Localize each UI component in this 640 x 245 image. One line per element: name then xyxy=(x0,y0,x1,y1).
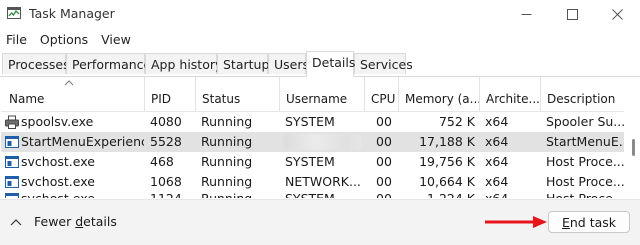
column-header-architecture[interactable]: Archite... xyxy=(479,77,540,111)
cell-status: Running xyxy=(201,154,253,169)
end-task-button[interactable]: End task xyxy=(548,211,630,233)
cell-cpu: 00 xyxy=(376,114,392,129)
cell-name: spoolsv.exe xyxy=(21,114,94,129)
tab-users[interactable]: Users xyxy=(268,53,309,74)
column-header-username[interactable]: Username xyxy=(279,77,364,111)
tab-startup[interactable]: Startup xyxy=(217,53,269,74)
chevron-up-icon xyxy=(10,218,22,225)
scrollbar-thumb[interactable] xyxy=(632,139,635,156)
window-title: Task Manager xyxy=(29,6,115,21)
cell-status: Running xyxy=(201,114,253,129)
maximize-button[interactable] xyxy=(549,0,595,28)
end-task-label: End task xyxy=(561,214,617,230)
menu-view[interactable]: View xyxy=(95,32,138,47)
column-header-name[interactable]: Name xyxy=(1,77,144,111)
cell-username: SYSTEM xyxy=(285,114,335,129)
cell-status: Running xyxy=(195,189,279,198)
column-header-memory[interactable]: Memory (a... xyxy=(398,77,479,111)
minimize-icon xyxy=(521,13,531,15)
tab-services[interactable]: Services xyxy=(354,53,413,74)
title-bar: Task Manager xyxy=(0,0,640,28)
cell-username: SYSTEM xyxy=(279,189,364,198)
cell-description: Spooler Su... xyxy=(546,114,624,129)
cell-architecture: x64 xyxy=(479,189,540,198)
process-table: Name PID Status Username CPU Memory (a..… xyxy=(1,77,624,198)
table-header: Name PID Status Username CPU Memory (a..… xyxy=(1,77,624,112)
annotation-arrow-icon xyxy=(485,216,547,228)
cell-pid: 5528 xyxy=(150,134,182,149)
close-button[interactable] xyxy=(594,0,640,28)
table-row[interactable]: svchost.exe 1124 Running SYSTEM 00 1,224… xyxy=(1,189,624,198)
column-header-status[interactable]: Status xyxy=(195,77,279,111)
table-row[interactable]: spoolsv.exe 4080 Running SYSTEM 00 752 K… xyxy=(1,112,624,132)
menu-bar: File Options View xyxy=(0,29,640,49)
maximize-icon xyxy=(566,8,578,20)
cell-cpu: 00 xyxy=(364,189,398,198)
cell-cpu: 00 xyxy=(376,134,392,149)
column-header-cpu[interactable]: CPU xyxy=(364,77,398,111)
menu-options[interactable]: Options xyxy=(34,32,95,47)
tab-details[interactable]: Details xyxy=(306,51,355,77)
cell-pid: 1124 xyxy=(144,189,195,198)
task-manager-window: Task Manager File Options View Processes… xyxy=(0,0,640,245)
cell-pid: 4080 xyxy=(150,114,182,129)
cell-description: Host Proce... xyxy=(546,154,624,169)
cell-username: SYSTEM xyxy=(285,154,335,169)
cell-memory: 17,188 K xyxy=(419,134,475,149)
close-icon xyxy=(611,8,623,20)
tab-app-history[interactable]: App history xyxy=(145,53,222,74)
menu-file[interactable]: File xyxy=(0,32,34,47)
tab-performance[interactable]: Performance xyxy=(66,53,151,74)
cell-name: StartMenuExperienc... xyxy=(21,134,144,149)
redacted-username xyxy=(284,134,362,150)
cell-status: Running xyxy=(201,134,253,149)
fewer-details-label: Fewer details xyxy=(34,214,117,229)
cell-name: svchost.exe xyxy=(1,189,144,198)
cell-memory: 752 K xyxy=(438,114,475,129)
column-header-pid[interactable]: PID xyxy=(144,77,195,111)
cell-architecture: x64 xyxy=(485,114,509,129)
fewer-details-button[interactable]: Fewer details xyxy=(10,214,117,229)
cell-description: StartMenuE... xyxy=(546,134,624,149)
cell-cpu: 00 xyxy=(376,154,392,169)
sort-ascending-icon xyxy=(64,80,74,86)
tab-bar: Processes Performance App history Startu… xyxy=(0,51,640,77)
tab-processes[interactable]: Processes xyxy=(2,53,70,74)
minimize-button[interactable] xyxy=(503,0,549,28)
column-label-name: Name xyxy=(9,92,45,106)
vertical-scrollbar[interactable] xyxy=(627,77,639,198)
cell-architecture: x64 xyxy=(485,134,509,149)
cell-name: svchost.exe xyxy=(21,154,95,169)
column-header-description[interactable]: Description xyxy=(540,77,624,111)
table-row[interactable]: svchost.exe 468 Running SYSTEM 00 19,756… xyxy=(1,152,624,172)
cell-memory: 1,224 K xyxy=(398,189,479,198)
task-manager-icon xyxy=(7,7,21,19)
table-row-selected[interactable]: StartMenuExperienc... 5528 Running 00 17… xyxy=(1,132,624,152)
cell-memory: 19,756 K xyxy=(419,154,475,169)
cell-architecture: x64 xyxy=(485,154,509,169)
cell-description: Host Proce... xyxy=(540,189,624,198)
cell-pid: 468 xyxy=(150,154,174,169)
